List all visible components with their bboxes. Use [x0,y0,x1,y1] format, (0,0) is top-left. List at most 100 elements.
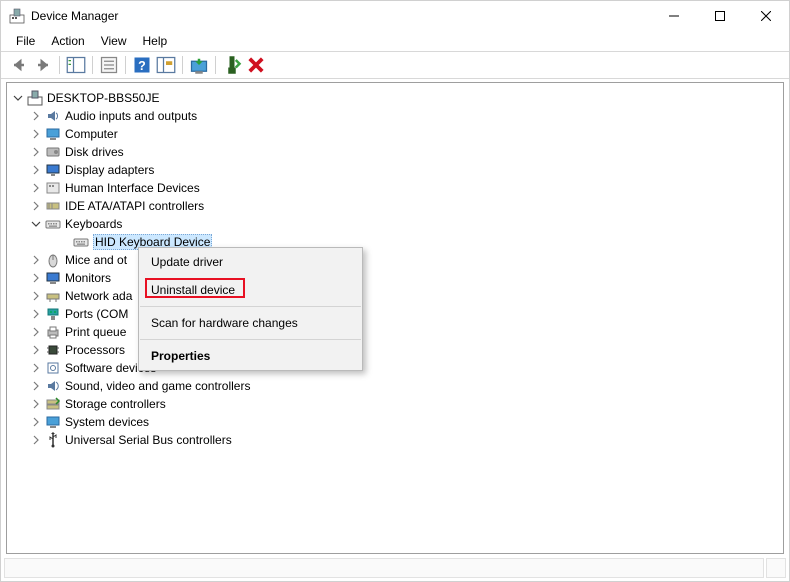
chevron-right-icon[interactable] [29,145,43,159]
tree-item[interactable]: Monitors [11,269,779,287]
tree-item-label: Storage controllers [65,397,166,411]
context-uninstall-device[interactable]: Uninstall device [139,276,362,304]
chevron-right-icon[interactable] [29,325,43,339]
chevron-down-icon[interactable] [11,91,25,105]
enable-device-icon[interactable] [222,55,242,75]
chevron-right-icon[interactable] [29,271,43,285]
tree-item[interactable]: Ports (COM [11,305,779,323]
menu-view[interactable]: View [94,32,134,50]
chevron-right-icon[interactable] [29,343,43,357]
scan-hardware-icon[interactable] [156,55,176,75]
toolbar-separator [59,56,60,74]
tree-item[interactable]: Network ada [11,287,779,305]
tree-item-label: Monitors [65,271,111,285]
disk-icon [45,144,61,160]
toolbar: ? [1,51,789,79]
context-uninstall-label: Uninstall device [151,283,235,297]
tree-item[interactable]: Universal Serial Bus controllers [11,431,779,449]
tree-item[interactable]: IDE ATA/ATAPI controllers [11,197,779,215]
tree-item[interactable]: Keyboards [11,215,779,233]
tree-item-label: Print queue [65,325,126,339]
chevron-right-icon[interactable] [29,109,43,123]
minimize-button[interactable] [651,1,697,31]
app-icon [9,8,25,24]
chevron-right-icon[interactable] [29,433,43,447]
chevron-right-icon[interactable] [29,127,43,141]
printer-icon [45,324,61,340]
chevron-right-icon[interactable] [29,361,43,375]
context-scan-hardware[interactable]: Scan for hardware changes [139,309,362,337]
tree-item[interactable]: System devices [11,413,779,431]
chevron-right-icon[interactable] [29,397,43,411]
window-title: Device Manager [31,9,651,23]
tree-item[interactable]: Sound, video and game controllers [11,377,779,395]
mouse-icon [45,252,61,268]
tree-item[interactable]: Display adapters [11,161,779,179]
status-grip [766,558,786,578]
tree-item[interactable]: Print queue [11,323,779,341]
tree-item[interactable]: Storage controllers [11,395,779,413]
sound-icon [45,378,61,394]
tree-item-label: Audio inputs and outputs [65,109,197,123]
usb-icon [45,432,61,448]
nav-back-icon[interactable] [9,55,29,75]
tree-item[interactable]: Human Interface Devices [11,179,779,197]
help-icon[interactable]: ? [132,55,152,75]
maximize-button[interactable] [697,1,743,31]
chevron-right-icon[interactable] [29,415,43,429]
uninstall-device-icon[interactable] [246,55,266,75]
menu-help[interactable]: Help [136,32,175,50]
display-icon [45,162,61,178]
device-tree[interactable]: DESKTOP-BBS50JE Audio inputs and outputs C… [7,83,783,455]
chevron-right-icon[interactable] [29,181,43,195]
chevron-right-icon[interactable] [29,307,43,321]
tree-item[interactable]: Software devices [11,359,779,377]
tree-item[interactable]: Computer [11,125,779,143]
close-button[interactable] [743,1,789,31]
tree-root[interactable]: DESKTOP-BBS50JE [11,89,779,107]
toolbar-separator [215,56,216,74]
chevron-right-icon[interactable] [29,253,43,267]
update-driver-icon[interactable] [189,55,209,75]
cpu-icon [45,342,61,358]
computer-icon [45,126,61,142]
status-cell [4,558,764,578]
keyboard-icon [45,216,61,232]
statusbar [4,558,786,578]
tree-item[interactable]: Mice and ot [11,251,779,269]
ide-icon [45,198,61,214]
context-update-driver[interactable]: Update driver [139,248,362,276]
toolbar-separator [125,56,126,74]
tree-root-label: DESKTOP-BBS50JE [47,91,160,105]
menu-file[interactable]: File [9,32,42,50]
storage-icon [45,396,61,412]
context-separator [140,306,361,307]
chevron-right-icon[interactable] [29,379,43,393]
tree-item-label: Human Interface Devices [65,181,200,195]
chevron-right-icon[interactable] [29,289,43,303]
tree-item-label: Keyboards [65,217,122,231]
system-icon [45,414,61,430]
tree-item-label: Sound, video and game controllers [65,379,250,393]
menubar: File Action View Help [1,31,789,51]
nav-forward-icon[interactable] [33,55,53,75]
chevron-down-icon[interactable] [29,217,43,231]
context-menu: Update driver Uninstall device Scan for … [138,247,363,371]
properties-icon[interactable] [99,55,119,75]
chevron-right-icon[interactable] [29,163,43,177]
tree-child-item[interactable]: HID Keyboard Device [11,233,779,251]
tree-item-label: Display adapters [65,163,154,177]
computer-icon [27,90,43,106]
tree-item-label: Ports (COM [65,307,128,321]
context-properties[interactable]: Properties [139,342,362,370]
tree-item[interactable]: Disk drives [11,143,779,161]
toolbar-separator [92,56,93,74]
chevron-right-icon[interactable] [29,199,43,213]
show-hide-tree-icon[interactable] [66,55,86,75]
tree-item-label: Universal Serial Bus controllers [65,433,232,447]
menu-action[interactable]: Action [44,32,91,50]
tree-item[interactable]: Processors [11,341,779,359]
titlebar: Device Manager [1,1,789,31]
tree-item[interactable]: Audio inputs and outputs [11,107,779,125]
tree-item-label: Computer [65,127,118,141]
